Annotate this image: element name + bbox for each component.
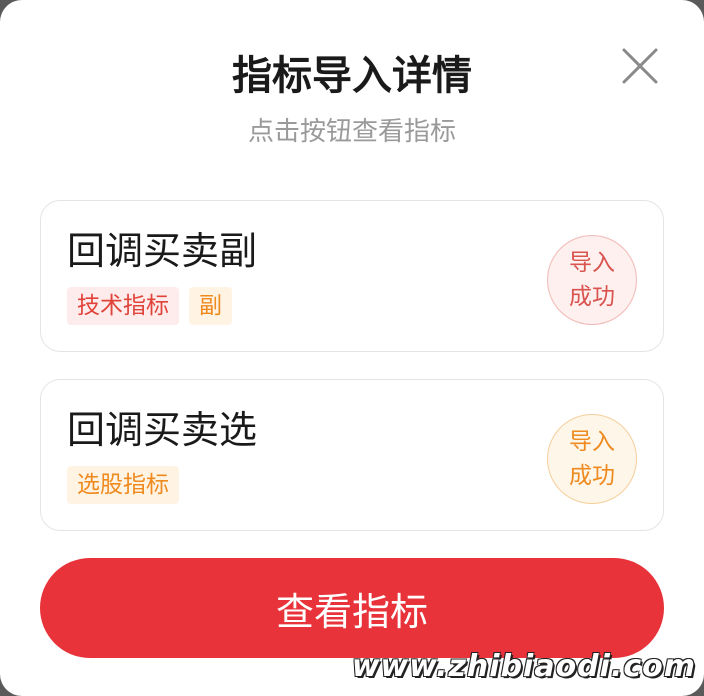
indicator-name: 回调买卖选 <box>67 408 258 452</box>
indicator-tags: 选股指标 <box>67 466 179 504</box>
dialog-title: 指标导入详情 <box>232 53 472 99</box>
import-success-stamp: 导入 成功 <box>547 414 637 504</box>
indicator-subtype-tag: 副 <box>189 287 232 325</box>
indicator-type-tag: 技术指标 <box>67 287 179 325</box>
import-success-stamp: 导入 成功 <box>547 235 637 325</box>
import-details-dialog: 指标导入详情 点击按钮查看指标 回调买卖副 技术指标 副 导入 成功 回调买卖选… <box>0 0 704 696</box>
dialog-subtitle: 点击按钮查看指标 <box>247 117 456 147</box>
stamp-line2: 成功 <box>569 284 615 310</box>
watermark-text: www.zhibiaodi.com <box>351 649 696 684</box>
stamp-line2: 成功 <box>569 463 615 489</box>
indicator-type-tag: 选股指标 <box>67 466 179 504</box>
stamp-line1: 导入 <box>569 429 615 455</box>
stamp-line1: 导入 <box>569 250 615 276</box>
indicator-card: 回调买卖副 技术指标 副 导入 成功 <box>40 200 664 352</box>
view-indicators-button[interactable]: 查看指标 <box>40 558 664 658</box>
close-icon[interactable] <box>616 42 664 90</box>
indicator-name: 回调买卖副 <box>67 229 258 273</box>
indicator-card: 回调买卖选 选股指标 导入 成功 <box>40 379 664 531</box>
indicator-tags: 技术指标 副 <box>67 287 232 325</box>
